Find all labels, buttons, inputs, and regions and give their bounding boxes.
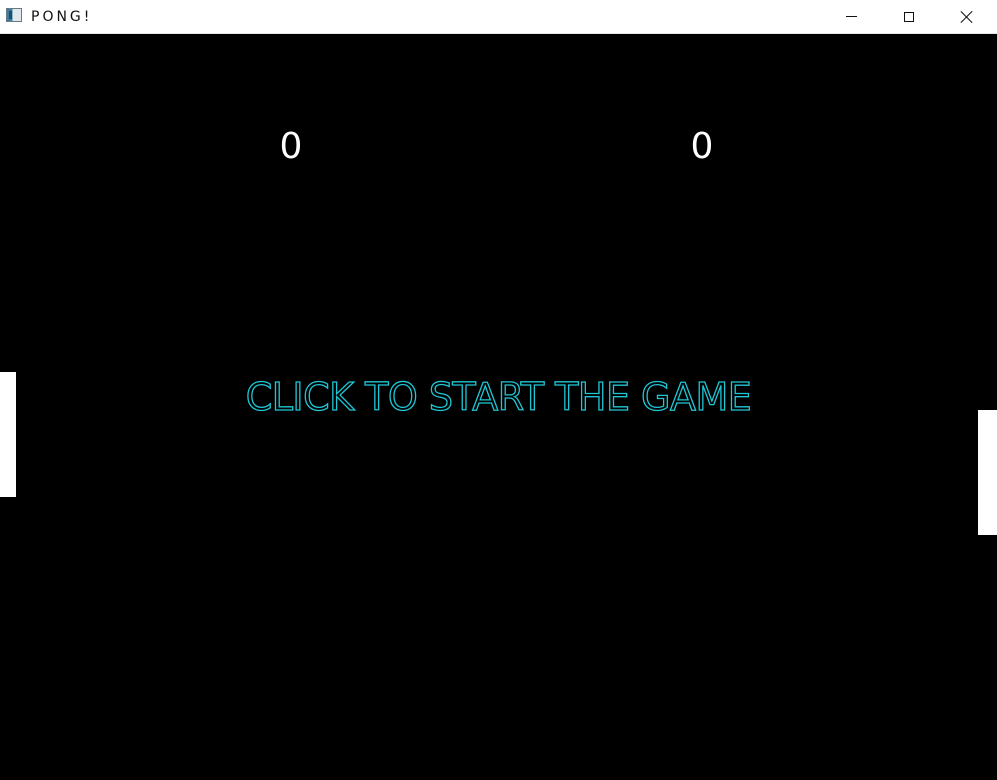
right-player-score: 0 bbox=[690, 126, 714, 167]
close-icon bbox=[961, 11, 973, 23]
game-canvas[interactable]: 0 0 CLICK TO START THE GAME bbox=[0, 35, 997, 780]
pong-window: PONG! 0 0 CLICK TO START THE GAME bbox=[0, 0, 997, 780]
minimize-icon bbox=[845, 16, 857, 17]
maximize-icon bbox=[904, 11, 914, 22]
left-player-score: 0 bbox=[279, 126, 303, 167]
window-title: PONG! bbox=[31, 9, 93, 25]
app-window-icon bbox=[6, 8, 22, 22]
title-bar[interactable]: PONG! bbox=[0, 0, 997, 34]
right-paddle bbox=[978, 410, 997, 535]
maximize-button[interactable] bbox=[886, 0, 932, 33]
minimize-button[interactable] bbox=[828, 0, 874, 33]
close-button[interactable] bbox=[944, 0, 990, 33]
start-game-prompt[interactable]: CLICK TO START THE GAME bbox=[0, 373, 997, 421]
